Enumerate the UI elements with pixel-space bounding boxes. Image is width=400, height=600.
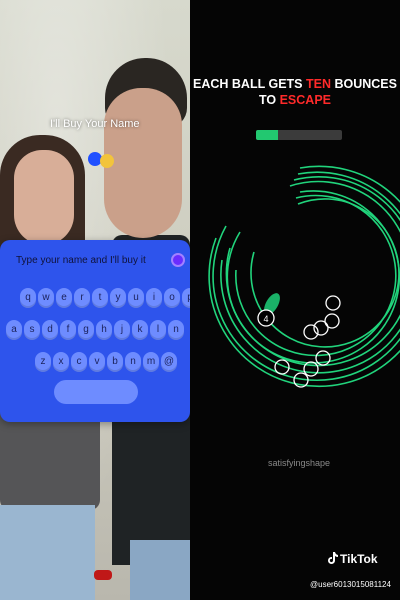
- ring-6: [235, 194, 397, 357]
- camera-panel: I'll Buy Your Name Type your name and I'…: [0, 0, 190, 600]
- key[interactable]: t: [92, 288, 108, 308]
- key[interactable]: o: [164, 288, 180, 308]
- watermark: satisfyingshape: [268, 458, 331, 468]
- key[interactable]: n: [168, 320, 184, 340]
- key[interactable]: c: [71, 352, 87, 372]
- woman-jeans: [0, 505, 95, 600]
- key[interactable]: p: [182, 288, 190, 308]
- key[interactable]: x: [53, 352, 69, 372]
- man-jeans: [130, 540, 190, 600]
- key[interactable]: m: [143, 352, 159, 372]
- toy-car-icon: [94, 570, 112, 580]
- key[interactable]: l: [150, 320, 166, 340]
- key-row-3: z x c v b n m @: [35, 352, 177, 372]
- key[interactable]: u: [128, 288, 144, 308]
- white-ball: [325, 295, 341, 311]
- woman-face: [14, 150, 74, 245]
- game-arena: 4: [208, 165, 400, 388]
- key[interactable]: d: [42, 320, 58, 340]
- key[interactable]: q: [20, 288, 36, 308]
- space-key[interactable]: [54, 380, 138, 404]
- key[interactable]: b: [107, 352, 123, 372]
- white-ball: [303, 361, 319, 377]
- key[interactable]: y: [110, 288, 126, 308]
- man-face: [104, 88, 182, 238]
- key[interactable]: e: [56, 288, 72, 308]
- ring-3: [220, 175, 400, 374]
- key[interactable]: a: [6, 320, 22, 340]
- key[interactable]: w: [38, 288, 54, 308]
- key[interactable]: n: [125, 352, 141, 372]
- ring-1: [208, 165, 400, 388]
- key[interactable]: r: [74, 288, 90, 308]
- key-row-2: a s d f g h j k l n: [6, 320, 184, 340]
- tiktok-logo-text: TikTok: [340, 552, 378, 566]
- key[interactable]: h: [96, 320, 112, 340]
- keyboard-title: Type your name and I'll buy it: [16, 255, 146, 266]
- key[interactable]: k: [132, 320, 148, 340]
- ball-number: 4: [263, 314, 268, 324]
- key[interactable]: @: [161, 352, 177, 372]
- game-panel: EACH BALL GETS TEN BOUNCES TO ESCAPE 4 s…: [190, 0, 400, 600]
- moving-ball: 4: [257, 293, 280, 327]
- record-circle-icon[interactable]: [171, 253, 185, 267]
- key[interactable]: f: [60, 320, 76, 340]
- ring-7: [250, 198, 400, 348]
- key[interactable]: j: [114, 320, 130, 340]
- caption-text: I'll Buy Your Name: [50, 118, 140, 130]
- escaped-balls: [274, 295, 341, 388]
- username[interactable]: @user6013015081124: [310, 580, 391, 589]
- key-row-1: q w e r t y u i o p: [20, 288, 190, 308]
- emoji-icon: [100, 154, 114, 168]
- tiktok-note-icon: [328, 552, 338, 564]
- rings: [208, 165, 400, 388]
- keyboard-overlay: Type your name and I'll buy it q w e r t…: [0, 240, 190, 422]
- key[interactable]: i: [146, 288, 162, 308]
- key[interactable]: v: [89, 352, 105, 372]
- key[interactable]: s: [24, 320, 40, 340]
- key[interactable]: z: [35, 352, 51, 372]
- key[interactable]: g: [78, 320, 94, 340]
